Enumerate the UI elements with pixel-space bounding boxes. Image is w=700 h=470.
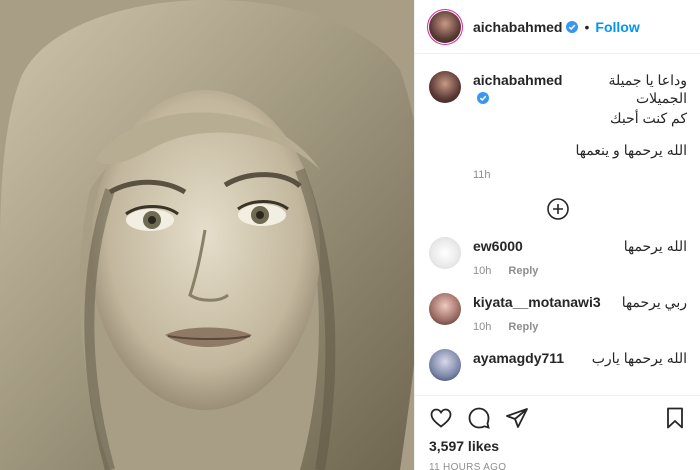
follow-button[interactable]: Follow — [595, 19, 639, 35]
commenter-avatar[interactable] — [429, 349, 461, 381]
post-side-panel: aichabahmed • Follow aichabahmed وداعا ي… — [414, 0, 700, 470]
reply-button[interactable]: Reply — [508, 321, 538, 333]
caption-time[interactable]: 11h — [473, 169, 491, 181]
reply-button[interactable]: Reply — [508, 265, 538, 277]
verified-badge-icon — [566, 20, 579, 33]
comment-text: ربي يرحمها — [621, 294, 687, 310]
comment-time[interactable]: 10h — [473, 265, 491, 277]
comment-item: kiyata__motanawi3 ربي يرحمها 10h Reply — [429, 293, 687, 333]
post-timestamp[interactable]: 11 HOURS AGO — [429, 462, 687, 470]
comments-area[interactable]: aichabahmed وداعا يا جميلة الجميلات كم ك… — [415, 55, 700, 395]
bookmark-icon[interactable] — [663, 406, 687, 430]
comment-username[interactable]: ayamagdy711 — [473, 349, 564, 367]
load-more-comments[interactable] — [429, 197, 687, 221]
verified-badge-icon — [477, 92, 489, 104]
comment-item: ayamagdy711 الله يرحمها يارب — [429, 349, 687, 381]
separator-dot: • — [584, 18, 590, 35]
speech-bubble-icon[interactable] — [467, 406, 491, 430]
post-header: aichabahmed • Follow — [415, 0, 700, 54]
caption-text-line1: وداعا يا جميلة الجميلات — [608, 72, 687, 106]
likes-count[interactable]: 3,597 likes — [429, 438, 687, 454]
author-avatar[interactable] — [429, 10, 461, 43]
comment-text: الله يرحمها — [623, 238, 687, 254]
post-actions: 3,597 likes 11 HOURS AGO — [415, 395, 700, 470]
comment-username[interactable]: kiyata__motanawi3 — [473, 293, 601, 311]
caption-avatar[interactable] — [429, 71, 461, 103]
commenter-avatar[interactable] — [429, 237, 461, 269]
paper-plane-icon[interactable] — [505, 406, 529, 430]
author-username[interactable]: aichabahmed — [473, 19, 562, 35]
caption: aichabahmed وداعا يا جميلة الجميلات كم ك… — [429, 71, 687, 181]
caption-text-line2: كم كنت أحبك — [610, 110, 687, 126]
caption-text-line3: الله يرحمها و ينعمها — [575, 142, 687, 158]
plus-circle-icon[interactable] — [546, 197, 570, 221]
commenter-avatar[interactable] — [429, 293, 461, 325]
comment-username[interactable]: ew6000 — [473, 237, 523, 255]
comment-text: الله يرحمها يارب — [591, 350, 687, 366]
comment-item: ew6000 الله يرحمها 10h Reply — [429, 237, 687, 277]
portrait-image — [0, 0, 414, 470]
heart-icon[interactable] — [429, 406, 453, 430]
post-photo[interactable] — [0, 0, 414, 470]
comment-time[interactable]: 10h — [473, 321, 491, 333]
caption-username[interactable]: aichabahmed — [473, 72, 562, 88]
